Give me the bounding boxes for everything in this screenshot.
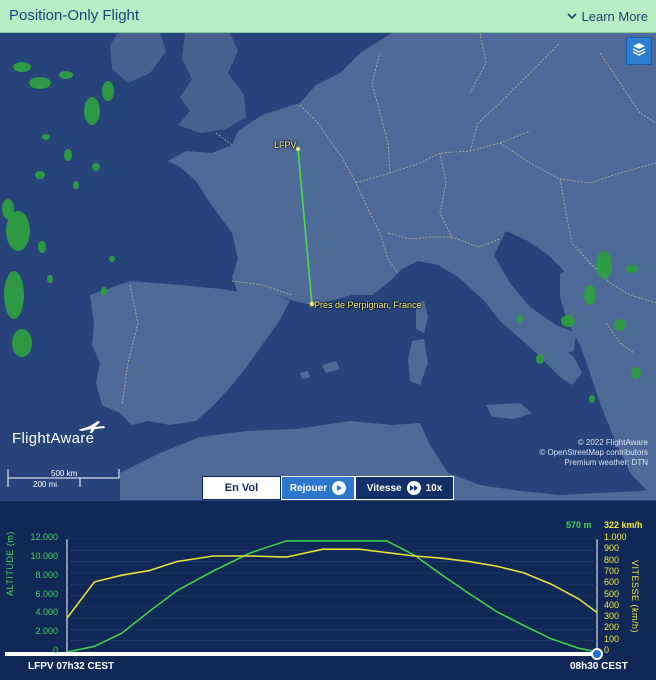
- altitude-axis-label: ALTITUDE (m): [5, 531, 15, 596]
- destination-label[interactable]: Près de Perpignan, France: [314, 300, 422, 310]
- learn-more-label: Learn More: [581, 9, 648, 24]
- timeline-handle[interactable]: [591, 648, 603, 660]
- speed-line: [66, 548, 598, 619]
- vitesse-button[interactable]: Vitesse 10x: [355, 476, 454, 500]
- map-credits: © 2022 FlightAware © OpenStreetMap contr…: [539, 438, 648, 468]
- speed-tick: 700: [604, 565, 620, 576]
- origin-airport-label[interactable]: LFPV: [274, 140, 297, 150]
- credit-flightaware: © 2022 FlightAware: [577, 438, 648, 447]
- speed-tick: 1.000: [604, 532, 627, 542]
- credit-osm: © OpenStreetMap contributors: [539, 448, 648, 457]
- altitude-tick: 10.000: [30, 550, 58, 561]
- chevron-down-icon: [566, 13, 577, 20]
- en-vol-label: En Vol: [224, 482, 259, 494]
- speed-tick: 800: [604, 554, 620, 565]
- speed-tick: 400: [604, 599, 620, 610]
- vitesse-value: 10x: [425, 482, 443, 494]
- learn-more-button[interactable]: Learn More: [566, 9, 648, 24]
- altitude-readout: 570 m: [566, 520, 592, 530]
- speed-readout: 322 km/h: [604, 520, 643, 530]
- page-header: Position-Only Flight Learn More: [0, 0, 656, 33]
- credit-weather: Premium weather: DTN: [564, 458, 648, 467]
- speed-tick: 300: [604, 611, 620, 622]
- altitude-tick: 12.000: [30, 532, 58, 542]
- flight-profile-panel: [0, 500, 656, 680]
- arrival-time-label: 08h30 CEST: [570, 661, 628, 672]
- speed-axis-label: VITESSE (km/h): [630, 560, 640, 634]
- altitude-tick: 2.000: [35, 626, 58, 637]
- plane-icon: [78, 421, 105, 433]
- speed-tick: 0: [604, 645, 610, 655]
- en-vol-button[interactable]: En Vol: [202, 476, 281, 500]
- speed-tick: 100: [604, 633, 620, 644]
- vitesse-label: Vitesse: [366, 482, 402, 494]
- altitude-tick: 4.000: [35, 607, 58, 618]
- altitude-tick: 0: [52, 645, 58, 655]
- departure-time-label: LFPV 07h32 CEST: [28, 661, 115, 672]
- speed-tick: 200: [604, 622, 620, 633]
- scale-km-label: 500 km: [51, 469, 78, 478]
- altitude-tick: 6.000: [35, 588, 58, 599]
- profile-chart: [5, 538, 603, 660]
- scale-mi-label: 200 mi: [33, 480, 58, 489]
- speed-tick: 600: [604, 577, 620, 588]
- altitude-line: [66, 540, 598, 653]
- flight-page: Position-Only Flight Learn More LFPV Prè…: [0, 0, 656, 680]
- flightaware-logo: FlightAware: [12, 421, 105, 447]
- layers-icon: [631, 41, 647, 62]
- play-icon: [332, 481, 347, 495]
- speed-tick: 500: [604, 588, 620, 599]
- page-title: Position-Only Flight: [9, 7, 140, 24]
- layers-button[interactable]: [626, 37, 652, 65]
- rejouer-button[interactable]: Rejouer: [281, 476, 355, 500]
- fast-forward-icon: [406, 481, 421, 495]
- playback-controls: En Vol Rejouer Vitesse 10x: [202, 476, 454, 500]
- map-scale: 500 km 200 mi: [7, 467, 122, 489]
- speed-tick: 900: [604, 543, 620, 554]
- rejouer-label: Rejouer: [289, 482, 328, 494]
- altitude-tick: 8.000: [35, 569, 58, 580]
- flight-map[interactable]: LFPV Près de Perpignan, France FlightAwa…: [0, 33, 656, 500]
